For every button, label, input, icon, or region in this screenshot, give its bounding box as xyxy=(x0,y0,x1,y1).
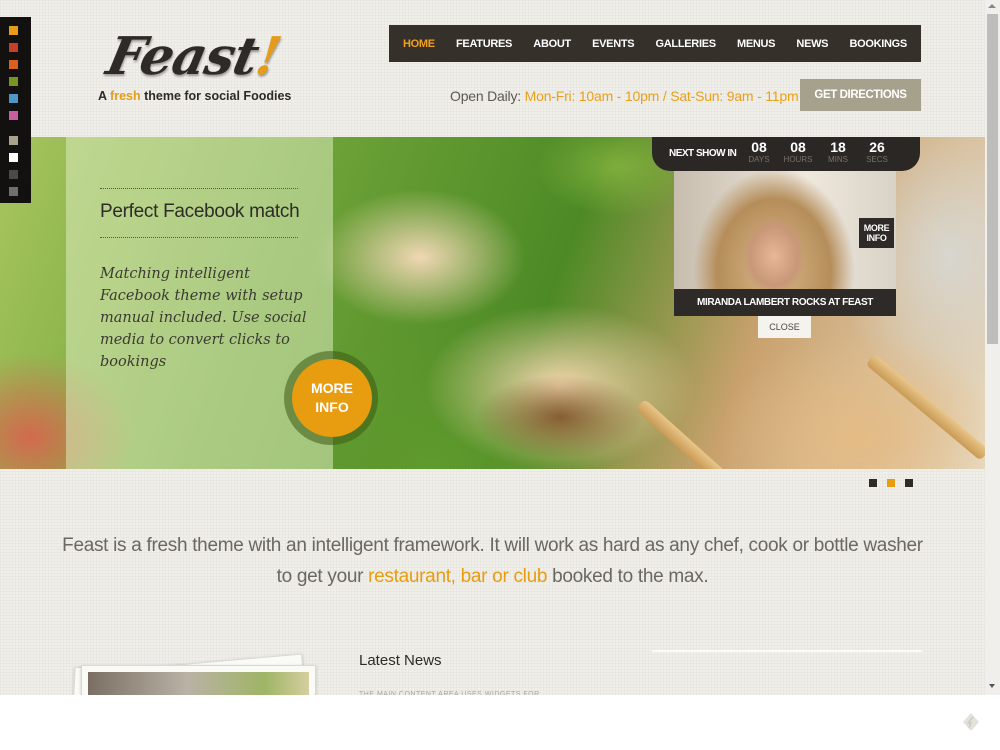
caption-divider xyxy=(100,188,298,189)
nav-home[interactable]: HOME xyxy=(403,38,435,50)
vertical-scrollbar[interactable] xyxy=(985,0,1000,695)
event-close-button[interactable]: CLOSE xyxy=(758,316,811,338)
event-more-info-button[interactable]: MORE INFO xyxy=(859,218,894,248)
countdown-mins: 18 MINS xyxy=(828,139,848,164)
slide-dot-1[interactable] xyxy=(869,479,877,487)
intro-highlight: restaurant, bar or club xyxy=(368,566,548,587)
color-swatch-gray[interactable] xyxy=(9,187,18,196)
main-nav: HOME FEATURES ABOUT EVENTS GALLERIES MEN… xyxy=(389,25,921,62)
color-swatch-dark-gray[interactable] xyxy=(9,170,18,179)
nav-features[interactable]: FEATURES xyxy=(456,38,512,50)
more-info-line: INFO xyxy=(315,399,349,415)
slide-dot-2[interactable] xyxy=(887,479,895,487)
nav-galleries[interactable]: GALLERIES xyxy=(656,38,717,50)
color-swatch-olive[interactable] xyxy=(9,77,18,86)
more-info-line: MORE xyxy=(311,380,353,396)
logo-tagline: A fresh theme for social Foodies xyxy=(98,89,292,103)
slide-dot-3[interactable] xyxy=(905,479,913,487)
slide-caption-body: Matching intelligent Facebook theme with… xyxy=(100,266,307,370)
countdown-label: NEXT SHOW IN xyxy=(669,148,737,159)
color-swatch-blue[interactable] xyxy=(9,94,18,103)
latest-news-heading: Latest News xyxy=(359,652,442,669)
countdown-hours: 08 HOURS xyxy=(783,139,813,164)
color-swatch-white[interactable] xyxy=(9,153,18,162)
scroll-down-arrow-icon[interactable] xyxy=(989,684,995,688)
skewer-stick xyxy=(865,353,985,461)
nav-menus[interactable]: MENUS xyxy=(737,38,776,50)
scroll-up-arrow-icon[interactable] xyxy=(988,4,996,8)
countdown-secs: 26 SECS xyxy=(866,139,888,164)
brand-leaf-icon xyxy=(963,713,979,731)
intro-text: Feast is a fresh theme with an intellige… xyxy=(62,535,923,587)
news-photo-stack[interactable] xyxy=(65,653,335,695)
caption-divider xyxy=(100,237,298,238)
nav-events[interactable]: EVENTS xyxy=(592,38,635,50)
site-logo[interactable]: Feast! A fresh theme for social Foodies xyxy=(98,22,298,106)
sidebar-divider xyxy=(652,650,922,652)
opening-hours: Open Daily: Mon-Fri: 10am - 10pm / Sat-S… xyxy=(450,88,799,104)
nav-bookings[interactable]: BOOKINGS xyxy=(849,38,907,50)
countdown-days: 08 DAYS xyxy=(748,139,770,164)
bottom-blank-area xyxy=(0,695,1000,750)
slide-caption-title: Perfect Facebook match xyxy=(100,201,300,222)
color-swatch-red[interactable] xyxy=(9,43,18,52)
logo-wordmark: Feast! xyxy=(101,26,286,87)
scroll-thumb[interactable] xyxy=(987,14,998,344)
next-show-countdown: NEXT SHOW IN 08 DAYS 08 HOURS 18 MINS 26… xyxy=(652,137,920,171)
page-viewport: Feast! A fresh theme for social Foodies … xyxy=(0,0,985,695)
news-photo xyxy=(81,665,316,695)
get-directions-button[interactable]: GET DIRECTIONS xyxy=(800,79,921,111)
slide-more-info-button[interactable]: MORE INFO xyxy=(292,359,372,437)
color-style-switcher xyxy=(0,17,31,203)
color-swatch-burnt-orange[interactable] xyxy=(9,60,18,69)
nav-news[interactable]: NEWS xyxy=(796,38,828,50)
nav-about[interactable]: ABOUT xyxy=(533,38,571,50)
color-swatch-khaki[interactable] xyxy=(9,136,18,145)
color-swatch-pink[interactable] xyxy=(9,111,18,120)
color-swatch-orange[interactable] xyxy=(9,26,18,35)
slider-pagination xyxy=(869,479,913,487)
skewer-stick xyxy=(635,398,749,469)
event-title[interactable]: MIRANDA LAMBERT ROCKS AT FEAST xyxy=(674,289,896,316)
